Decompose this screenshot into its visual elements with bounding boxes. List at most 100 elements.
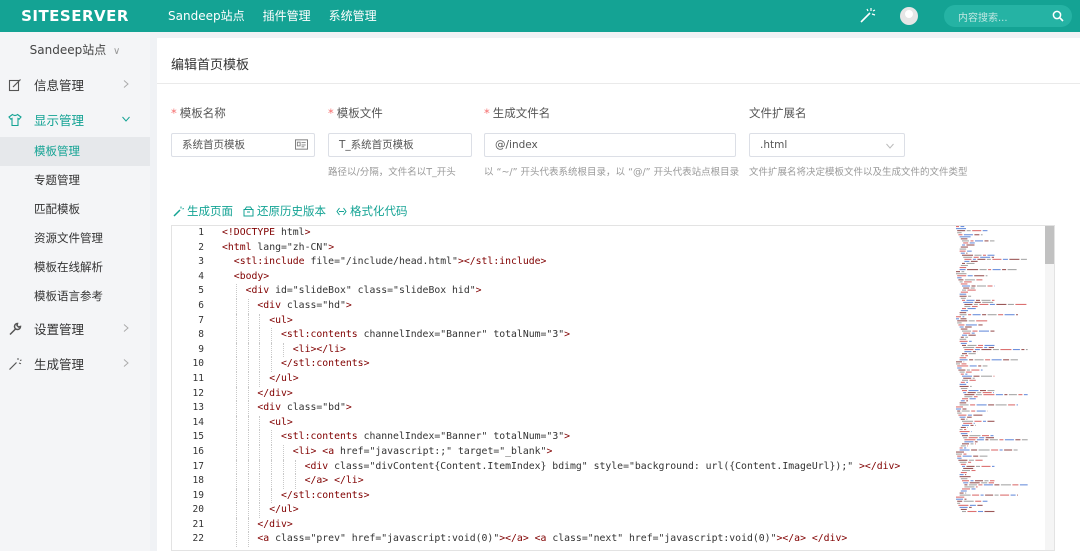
code-line: <ul>: [222, 415, 1002, 431]
chevron-right-icon: [123, 359, 129, 367]
line-number: 11: [192, 372, 204, 384]
template-name-label: * 模板名称: [171, 106, 226, 120]
editor-scrollbar[interactable]: [1045, 226, 1054, 550]
format-code-button[interactable]: 格式化代码: [336, 203, 408, 219]
magic-wand-icon: [173, 206, 184, 217]
line-number: 5: [198, 285, 204, 297]
magic-wand-icon: [9, 358, 22, 370]
line-number: 15: [192, 431, 204, 443]
chevron-down-icon: [122, 116, 130, 122]
code-editor[interactable]: 1 2 3 4 5 6 7 8 9 10 11 12 13 14 15 16 17 18 19 20 21 22 <!DO…: [171, 225, 1055, 551]
line-number: 10: [192, 358, 204, 370]
sidebar-subitem-template-manage[interactable]: 模板管理: [0, 137, 150, 166]
code-line: <html lang="zh-CN">: [222, 241, 335, 253]
code-line: </div>: [222, 386, 1002, 402]
line-number: 19: [192, 489, 204, 501]
line-number: 22: [192, 533, 204, 545]
scrollbar-thumb[interactable]: [1045, 226, 1054, 264]
topnav-plugins[interactable]: 插件管理: [254, 0, 320, 32]
code-line: </a> </li>: [222, 474, 1002, 489]
line-number: 16: [192, 445, 204, 457]
code-line: <ul>: [222, 313, 1002, 329]
file-ext-select[interactable]: .html: [749, 133, 905, 157]
code-format-icon: [336, 207, 347, 215]
create-file-label: * 生成文件名: [484, 106, 551, 120]
chevron-right-icon: [123, 80, 129, 88]
wrench-icon: [9, 322, 22, 336]
line-number: 4: [198, 270, 204, 282]
search-placeholder: 内容搜索...: [958, 12, 1008, 24]
main-panel: 编辑首页模板 * 模板名称 * 模板文件 * 生成文件名 文件扩展名 系统首页模板 T…: [157, 38, 1080, 551]
site-switcher-label: Sandeep站点: [29, 43, 107, 57]
sidebar-item-info[interactable]: 信息管理: [0, 67, 150, 102]
sidebar-item-label: 信息管理: [34, 78, 85, 93]
sidebar-item-generate[interactable]: 生成管理: [0, 346, 150, 381]
restore-history-button[interactable]: 还原历史版本: [243, 203, 326, 219]
chevron-down-icon: ∨: [113, 46, 121, 57]
line-number: 6: [198, 299, 204, 311]
create-file-help: 以 “~/” 开头代表系统根目录，以 “@/” 开头代表站点根目录: [484, 167, 740, 178]
sidebar-subitem-online-parse[interactable]: 模板在线解析: [0, 253, 150, 282]
top-right-tools: 内容搜索...: [858, 0, 1080, 32]
line-number: 8: [198, 329, 204, 341]
line-number: 1: [198, 227, 204, 238]
siteserver-logo[interactable]: SITESERVER: [0, 0, 150, 32]
shirt-icon: [8, 113, 22, 127]
site-switcher[interactable]: Sandeep站点 ∨: [0, 32, 150, 67]
line-number: 21: [192, 518, 204, 530]
code-lines[interactable]: <!DOCTYPE html> <html lang="zh-CN"> <stl:…: [222, 226, 1002, 548]
line-number: 7: [198, 314, 204, 326]
chevron-right-icon: [123, 324, 129, 332]
top-nav: Sandeep站点 插件管理 系统管理: [150, 0, 386, 32]
sidebar-subitem-special[interactable]: 专题管理: [0, 166, 150, 195]
code-line: </ul>: [222, 371, 1002, 387]
archive-icon: [243, 206, 254, 216]
title-divider: [157, 83, 1080, 84]
sidebar-item-label: 生成管理: [34, 357, 85, 372]
line-number: 13: [192, 402, 204, 414]
code-line: <body>: [233, 270, 270, 282]
user-avatar[interactable]: [900, 7, 918, 25]
file-ext-help: 文件扩展名将决定模板文件以及生成文件的文件类型: [749, 167, 968, 178]
code-line: </stl:contents>: [222, 488, 1002, 504]
sidebar-item-label: 显示管理: [34, 113, 85, 128]
code-line: </div>: [222, 517, 1002, 533]
search-input[interactable]: 内容搜索...: [944, 5, 1072, 27]
code-line: <li></li>: [222, 342, 1002, 358]
generate-page-button[interactable]: 生成页面: [173, 203, 233, 219]
code-line: <li> <a href="javascript:;" target="_bla…: [222, 444, 1002, 460]
topnav-site[interactable]: Sandeep站点: [150, 0, 254, 32]
code-line: <stl:include file="/include/head.html"><…: [233, 256, 547, 268]
line-number: 17: [192, 460, 204, 472]
code-minimap[interactable]: [956, 226, 1048, 516]
template-file-help: 路径以/分隔，文件名以T_开头: [328, 167, 456, 178]
code-line: <a class="prev" href="javascript:void(0)…: [222, 532, 1002, 548]
page-title: 编辑首页模板: [171, 58, 250, 73]
code-line: <div class="bd">: [222, 401, 1002, 416]
line-number-gutter: 1 2 3 4 5 6 7 8 9 10 11 12 13 14 15 16 17 18 19 20 21 22: [172, 226, 216, 550]
template-file-label: * 模板文件: [328, 106, 383, 120]
create-file-input[interactable]: @/index: [484, 133, 736, 157]
magic-wand-icon[interactable]: [858, 7, 876, 25]
line-number: 20: [192, 504, 204, 516]
search-icon[interactable]: [1052, 10, 1064, 22]
code-line: <div id="slideBox" class="slideBox hid">: [222, 284, 1002, 299]
sidebar-item-display[interactable]: 显示管理: [0, 102, 150, 137]
id-card-icon: [295, 139, 308, 150]
code-line: <stl:contents channelIndex="Banner" tota…: [222, 328, 1002, 343]
code-line: </ul>: [222, 503, 1002, 518]
code-line: <div class="hd">: [222, 298, 1002, 314]
top-bar: SITESERVER Sandeep站点 插件管理 系统管理 内容搜索...: [0, 0, 1080, 32]
sidebar: Sandeep站点 ∨ 信息管理 显示管理 模板管理 专题管理 匹配模板 资源文…: [0, 32, 150, 551]
file-ext-label: 文件扩展名: [749, 106, 807, 120]
topnav-system[interactable]: 系统管理: [320, 0, 386, 32]
edit-icon: [8, 79, 21, 92]
template-name-input[interactable]: 系统首页模板: [171, 133, 315, 157]
sidebar-subitem-match-template[interactable]: 匹配模板: [0, 195, 150, 224]
sidebar-item-settings[interactable]: 设置管理: [0, 311, 150, 346]
sidebar-item-label: 设置管理: [34, 322, 85, 337]
sidebar-subitem-template-reference[interactable]: 模板语言参考: [0, 282, 150, 311]
sidebar-subitem-resource-files[interactable]: 资源文件管理: [0, 224, 150, 253]
template-file-input[interactable]: T_系统首页模板: [328, 133, 472, 157]
chevron-down-icon: [886, 143, 894, 149]
